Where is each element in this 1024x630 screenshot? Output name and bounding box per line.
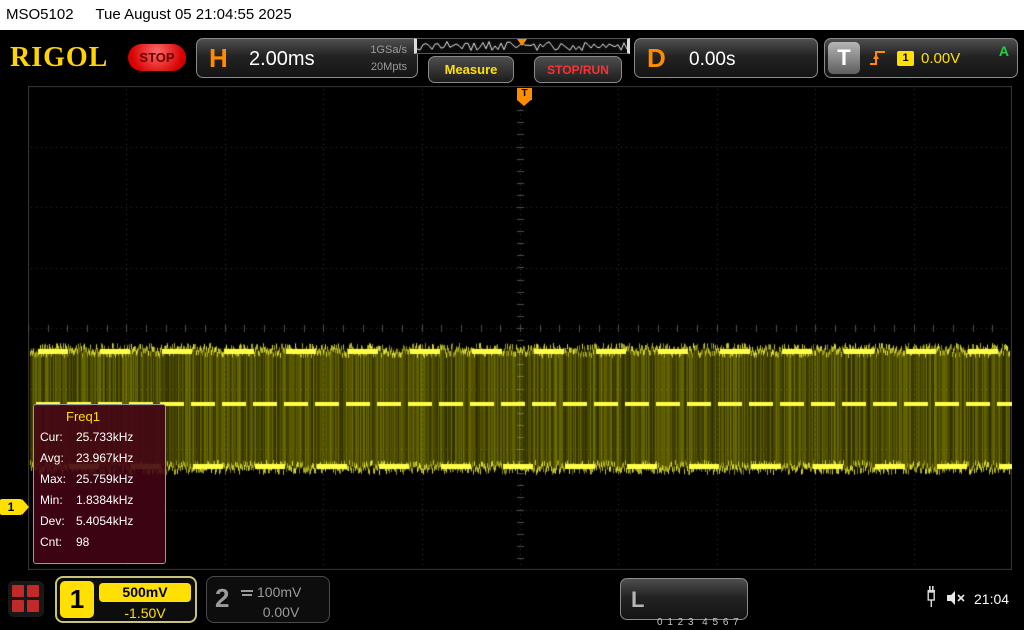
measurement-row-value: 98 (76, 532, 89, 553)
channel2-number: 2 (215, 583, 229, 614)
usb-icon (924, 585, 938, 614)
acquisition-info: 1GSa/s 20Mpts (370, 42, 407, 76)
delay-value: 0.00s (689, 49, 735, 71)
waveform-canvas (28, 86, 1012, 570)
channel1-panel[interactable]: 1 500mV -1.50V (55, 576, 197, 623)
trigger-source-badge: 1 (897, 51, 914, 66)
measurement-row-label: Dev: (40, 511, 76, 532)
trigger-label: T (828, 42, 860, 74)
memory-depth: 20Mpts (370, 59, 407, 76)
delay-panel[interactable]: D 0.00s (634, 38, 818, 78)
oscilloscope-screen: MSO5102 Tue August 05 21:04:55 2025 RIGO… (0, 0, 1024, 630)
logic-analyzer-panel[interactable]: L 0 1 2 3 4 5 6 7 8 9 10 11 12 13 14 15 (620, 578, 748, 620)
logic-channels-row1: 0 1 2 3 4 5 6 7 (657, 615, 775, 630)
measurement-row-value: 5.4054kHz (76, 511, 133, 532)
timebase-value: 2.00ms (249, 48, 315, 71)
measurement-row-value: 25.759kHz (76, 469, 133, 490)
header-toolbar: RIGOL STOP H 2.00ms 1GSa/s 20Mpts Measur… (0, 30, 1024, 86)
measurement-row-value: 23.967kHz (76, 448, 133, 469)
measurement-row-value: 25.733kHz (76, 427, 133, 448)
trigger-mode: A (999, 43, 1009, 59)
overview-trigger-marker-icon (517, 39, 527, 46)
measure-button[interactable]: Measure (428, 56, 514, 83)
bottom-statusbar: 1 500mV -1.50V 2 100mV 0.00V L 0 1 2 3 4… (0, 570, 1024, 630)
sample-rate: 1GSa/s (370, 42, 407, 59)
measurement-row: Avg: 23.967kHz (34, 448, 165, 469)
run-state-indicator[interactable]: STOP (128, 44, 186, 71)
measurement-row: Min: 1.8384kHz (34, 490, 165, 511)
measurement-row-value: 1.8384kHz (76, 490, 133, 511)
stop-run-button[interactable]: STOP/RUN (534, 56, 622, 83)
trigger-slope-icon (869, 48, 887, 73)
trigger-level-value: 0.00V (921, 50, 960, 67)
trigger-position-marker[interactable]: T (517, 88, 532, 100)
rigol-logo: RIGOL (10, 42, 108, 74)
delay-label: D (647, 43, 666, 74)
channel2-offset: 0.00V (241, 604, 321, 620)
logic-label: L (631, 587, 644, 613)
channel1-offset: -1.50V (99, 605, 191, 621)
speaker-muted-icon[interactable] (946, 590, 966, 611)
measurement-panel[interactable]: Freq1 Cur: 25.733kHz Avg: 23.967kHz Max:… (33, 404, 166, 564)
coupling-icon (241, 588, 253, 598)
horizontal-label: H (209, 43, 228, 74)
trigger-panel[interactable]: T 1 0.00V A (824, 38, 1018, 78)
model-name: MSO5102 (6, 6, 74, 23)
logic-channel-list: 0 1 2 3 4 5 6 7 8 9 10 11 12 13 14 15 (657, 585, 775, 630)
measurement-row: Cur: 25.733kHz (34, 427, 165, 448)
measurement-row-label: Avg: (40, 448, 76, 469)
measurement-row-label: Min: (40, 490, 76, 511)
window-titlebar: MSO5102 Tue August 05 21:04:55 2025 (0, 0, 1024, 30)
channel1-position-marker[interactable]: 1 (0, 499, 22, 515)
datetime-text: Tue August 05 21:04:55 2025 (95, 6, 291, 23)
measurement-row: Max: 25.759kHz (34, 469, 165, 490)
waveform-display: T Freq1 Cur: 25.733kHz Avg: 23.967kHz Ma… (28, 86, 1012, 570)
measurement-row: Cnt: 98 (34, 532, 165, 553)
channel2-scale: 100mV (257, 584, 301, 600)
waveform-overview-strip[interactable] (414, 38, 630, 54)
clock: 21:04 (974, 591, 1009, 607)
channel1-number: 1 (60, 581, 94, 618)
horizontal-panel[interactable]: H 2.00ms 1GSa/s 20Mpts (196, 38, 418, 78)
measurement-row-label: Cur: (40, 427, 76, 448)
channel1-scale: 500mV (99, 583, 191, 602)
channel2-panel[interactable]: 2 100mV 0.00V (206, 576, 330, 623)
menu-grid-icon[interactable] (8, 581, 44, 617)
measurement-row-label: Max: (40, 469, 76, 490)
measurement-title: Freq1 (34, 405, 165, 427)
measurement-row: Dev: 5.4054kHz (34, 511, 165, 532)
measurement-row-label: Cnt: (40, 532, 76, 553)
